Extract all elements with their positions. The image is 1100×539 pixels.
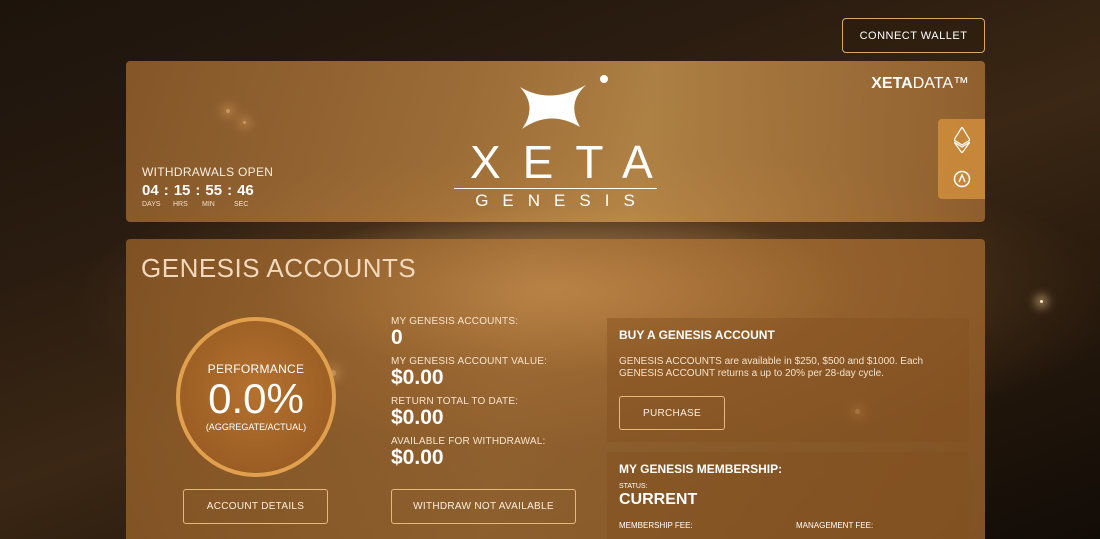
timer-units: DAYS HRS MIN SEC <box>142 201 273 208</box>
withdraw-button[interactable]: WITHDRAW NOT AVAILABLE <box>391 489 576 524</box>
membership-panel: MY GENESIS MEMBERSHIP: STATUS: CURRENT M… <box>607 452 969 539</box>
stat-item: MY GENESIS ACCOUNT VALUE: $0.00 <box>391 356 547 389</box>
buy-title: BUY A GENESIS ACCOUNT <box>619 328 775 342</box>
stat-value: $0.00 <box>391 446 444 469</box>
account-stats: MY GENESIS ACCOUNTS: 0 MY GENESIS ACCOUN… <box>391 316 547 476</box>
timer-separator: : <box>195 182 201 199</box>
timer-hours: 15 <box>173 182 191 199</box>
minutes-unit: MIN <box>202 201 215 208</box>
performance-value: 0.0% <box>208 375 304 422</box>
stat-item: AVAILABLE FOR WITHDRAWAL: $0.00 <box>391 436 547 469</box>
logo-word: XETA <box>470 136 675 188</box>
arbitrum-icon[interactable] <box>938 170 985 188</box>
membership-title: MY GENESIS MEMBERSHIP: <box>619 462 783 476</box>
xeta-genesis-logo: XETA GENESIS <box>450 75 660 215</box>
membership-fee-label: MEMBERSHIP FEE: <box>619 521 693 530</box>
account-details-button[interactable]: ACCOUNT DETAILS <box>183 489 328 524</box>
withdrawal-countdown: WITHDRAWALS OPEN 04 : 15 : 55 : 46 DAYS … <box>142 165 273 208</box>
performance-label: PERFORMANCE <box>207 362 305 376</box>
logo-divider <box>454 188 657 189</box>
ethereum-icon[interactable] <box>938 127 985 153</box>
hero-banner: WITHDRAWALS OPEN 04 : 15 : 55 : 46 DAYS … <box>126 61 985 222</box>
status-value: CURRENT <box>619 491 698 508</box>
genesis-accounts-panel: GENESIS ACCOUNTS PERFORMANCE 0.0% (AGGRE… <box>126 239 985 539</box>
xeta-emblem-icon <box>520 75 608 129</box>
stat-label: MY GENESIS ACCOUNTS: <box>391 316 519 327</box>
timer-minutes: 55 <box>205 182 223 199</box>
timer-seconds: 46 <box>237 182 254 199</box>
connect-wallet-button[interactable]: CONNECT WALLET <box>842 18 985 53</box>
performance-sub: (AGGREGATE/ACTUAL) <box>205 422 307 432</box>
withdrawals-label: WITHDRAWALS OPEN <box>142 165 274 179</box>
stat-value: $0.00 <box>391 366 444 389</box>
timer-separator: : <box>227 182 233 199</box>
management-fee-label: MANAGEMENT FEE: <box>796 521 874 530</box>
brand-bold: XETA <box>871 75 913 92</box>
buy-description: GENESIS ACCOUNTS are available in $250, … <box>619 356 924 379</box>
status-label: STATUS: <box>619 483 648 490</box>
xetadata-brand: XETADATA™ <box>871 75 969 93</box>
timer-separator: : <box>163 182 169 199</box>
hours-unit: HRS <box>173 201 188 208</box>
seconds-unit: SEC <box>234 201 249 208</box>
stat-value: 0 <box>391 326 403 349</box>
star-decoration <box>1040 300 1043 303</box>
section-title: GENESIS ACCOUNTS <box>141 253 417 283</box>
performance-gauge: PERFORMANCE 0.0% (AGGREGATE/ACTUAL) <box>176 317 336 477</box>
network-side-tab <box>938 119 985 199</box>
timer-days: 04 <box>142 182 159 199</box>
stat-value: $0.00 <box>391 406 444 429</box>
stat-item: MY GENESIS ACCOUNTS: 0 <box>391 316 547 349</box>
brand-rest: DATA™ <box>912 75 969 92</box>
logo-subtitle: GENESIS <box>475 191 649 210</box>
purchase-button[interactable]: PURCHASE <box>619 396 725 430</box>
stat-item: RETURN TOTAL TO DATE: $0.00 <box>391 396 547 429</box>
buy-account-panel: BUY A GENESIS ACCOUNT GENESIS ACCOUNTS a… <box>607 318 969 442</box>
days-unit: DAYS <box>142 201 161 208</box>
countdown-timer: 04 : 15 : 55 : 46 <box>142 182 273 199</box>
